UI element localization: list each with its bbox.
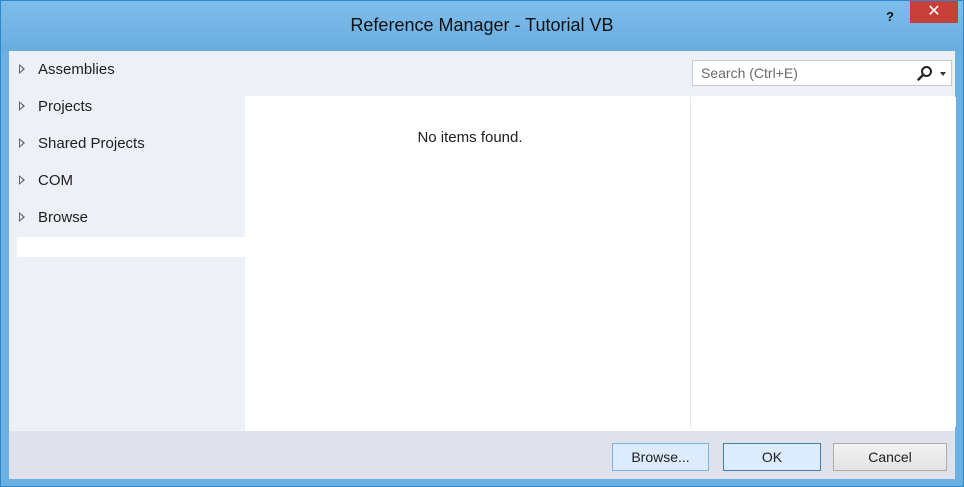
reference-manager-window: Reference Manager - Tutorial VB ? ✕ Asse…	[0, 0, 964, 487]
expand-triangle-icon	[19, 64, 25, 74]
expand-triangle-icon	[19, 212, 25, 222]
expand-triangle-icon	[19, 175, 25, 185]
empty-list-message: No items found.	[417, 129, 523, 146]
expand-triangle-icon	[19, 138, 25, 148]
sidebar-item-assemblies[interactable]: Assemblies	[9, 53, 245, 89]
search-icon[interactable]	[917, 65, 933, 81]
search-box[interactable]	[692, 60, 952, 86]
details-pane	[690, 97, 956, 427]
sidebar-item-label: Shared Projects	[38, 135, 145, 152]
search-input[interactable]	[693, 61, 919, 85]
cancel-button[interactable]: Cancel	[833, 443, 947, 471]
sidebar-item-label: Browse	[38, 209, 89, 226]
dialog-body: Assemblies Projects Shared Projects COM …	[9, 51, 956, 479]
sidebar-item-label: COM	[38, 172, 73, 189]
close-button[interactable]: ✕	[910, 1, 958, 23]
title-bar[interactable]: Reference Manager - Tutorial VB ? ✕	[1, 1, 963, 51]
window-title: Reference Manager - Tutorial VB	[350, 15, 614, 35]
ok-button[interactable]: OK	[723, 443, 821, 471]
sidebar-item-label: Assemblies	[38, 61, 115, 78]
dialog-footer: Browse... OK Cancel	[9, 431, 955, 479]
search-dropdown-icon[interactable]	[940, 72, 946, 76]
expand-triangle-icon	[19, 101, 25, 111]
sidebar-item-com[interactable]: COM	[9, 164, 245, 200]
sidebar-item-browse[interactable]: Browse	[9, 201, 245, 237]
browse-button[interactable]: Browse...	[612, 443, 709, 471]
sidebar-selection-highlight	[17, 237, 245, 257]
sidebar-item-projects[interactable]: Projects	[9, 90, 245, 126]
category-sidebar: Assemblies Projects Shared Projects COM …	[9, 51, 245, 431]
sidebar-item-shared-projects[interactable]: Shared Projects	[9, 127, 245, 163]
help-button[interactable]: ?	[877, 7, 903, 27]
reference-list: No items found.	[251, 97, 689, 427]
sidebar-item-label: Projects	[38, 98, 93, 115]
